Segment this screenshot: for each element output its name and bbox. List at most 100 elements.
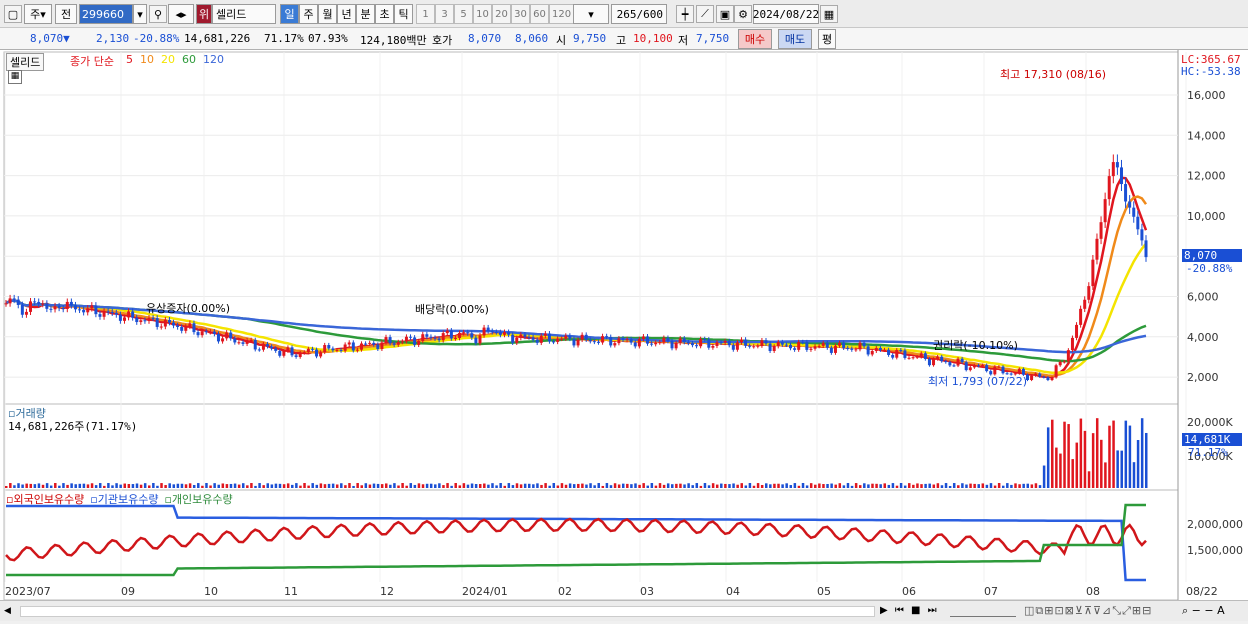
candle-body <box>143 320 147 322</box>
interval-tab-5[interactable]: 5 <box>454 4 473 24</box>
ma-period-120[interactable]: 120 <box>203 53 224 66</box>
volume-bar <box>86 484 90 488</box>
stock-code-input[interactable]: 299660 <box>79 4 133 24</box>
volume-bar <box>405 485 408 488</box>
volume-bar <box>1083 430 1087 488</box>
search-icon[interactable]: ⚲ <box>149 5 167 23</box>
count-field[interactable]: 265/600 <box>611 4 667 24</box>
candle-body <box>335 349 339 351</box>
period-tab-4[interactable]: 분 <box>356 4 375 24</box>
holder-legend-0[interactable]: ▫외국인보유수량 <box>6 491 84 507</box>
volume-bar <box>438 483 441 488</box>
volume-bar <box>37 483 41 488</box>
candle-type-icon[interactable]: ┿ <box>676 5 694 23</box>
candle-body <box>911 357 915 359</box>
chart-tool-icons[interactable]: ◫⧉⊞⊡⊠⊻⊼⊽⊿⤡⤢⊞⊟ <box>1024 604 1152 618</box>
interval-tab-60[interactable]: 60 <box>530 4 549 24</box>
zoom-icons[interactable]: ⌕ − − A <box>1182 604 1225 618</box>
ex-rights-annotation: 권리락(-10.10%) <box>933 339 1018 352</box>
ma-period-20[interactable]: 20 <box>161 53 175 66</box>
stock-name-field[interactable]: 셀리드 <box>212 4 276 24</box>
time-tick-label: 2023/07 <box>5 585 51 598</box>
candle-body <box>221 338 225 342</box>
calendar-icon[interactable]: ▦ <box>820 5 838 23</box>
volume-bar <box>282 484 286 488</box>
interval-tab-3[interactable]: 3 <box>435 4 454 24</box>
volume-bar <box>760 484 764 488</box>
candle-body <box>809 348 813 350</box>
buy-button[interactable]: 매수 <box>738 29 772 49</box>
interval-tab-120[interactable]: 120 <box>549 4 575 24</box>
custom-interval-dropdown[interactable]: ▾ <box>573 4 609 24</box>
horizontal-scrollbar[interactable] <box>20 606 875 617</box>
volume-bar <box>1042 465 1046 488</box>
volume-bar <box>54 483 57 488</box>
price-tick-label: 16,000 <box>1187 89 1226 102</box>
candle-body <box>49 308 53 310</box>
candle-body <box>768 343 772 352</box>
candle-body <box>12 298 16 300</box>
volume-bar <box>756 483 760 488</box>
volume-bar <box>858 485 862 488</box>
ma-period-legend: 5 10 20 60 120 <box>126 53 224 66</box>
ma-period-10[interactable]: 10 <box>140 53 154 66</box>
candle-body <box>372 342 376 345</box>
table-toggle-icon[interactable]: ▦ <box>8 70 22 84</box>
volume-bar <box>499 483 502 488</box>
volume-bar <box>327 483 331 488</box>
code-dropdown-icon[interactable]: ▾ <box>133 4 147 24</box>
chart-canvas[interactable]: 16,00014,00012,00010,0008,0006,0004,0002… <box>0 50 1248 621</box>
volume-bar <box>1022 483 1025 488</box>
time-tick-label: 08/22 <box>1186 585 1218 598</box>
candle-body <box>462 332 466 334</box>
sell-button[interactable]: 매도 <box>778 29 812 49</box>
scroll-left-icon[interactable]: ◀ <box>4 606 11 616</box>
drawing-tool-icon[interactable]: ⟋ <box>696 5 714 23</box>
volume-bar <box>331 483 335 488</box>
period-tab-5[interactable]: 초 <box>375 4 394 24</box>
stock-name-tag[interactable]: 셀리드 <box>6 53 45 71</box>
sound-icon[interactable]: ◂▸ <box>168 4 194 24</box>
save-icon[interactable]: ▣ <box>716 5 734 23</box>
period-tab-3[interactable]: 년 <box>337 4 356 24</box>
volume-bar <box>1136 440 1140 488</box>
candle-body <box>846 347 850 349</box>
holder-legend-2[interactable]: ▫개인보유수량 <box>164 491 232 507</box>
price-change: 2,130 <box>96 32 130 45</box>
ma-period-60[interactable]: 60 <box>182 53 196 66</box>
volume-bar <box>152 483 155 488</box>
candle-body <box>351 342 355 351</box>
zoom-slider[interactable] <box>950 605 1016 617</box>
candle-body <box>1042 376 1046 378</box>
window-icon[interactable]: ▢ <box>4 5 22 23</box>
interval-tab-20[interactable]: 20 <box>492 4 511 24</box>
volume-bar <box>442 485 445 488</box>
interval-tab-1[interactable]: 1 <box>416 4 435 24</box>
period-tab-1[interactable]: 주 <box>299 4 318 24</box>
candle-body <box>1111 162 1115 177</box>
volume-bar <box>1034 483 1038 488</box>
candle-body <box>65 301 69 310</box>
candle-body <box>817 345 821 347</box>
candle-body <box>690 343 694 346</box>
holder-legend-1[interactable]: ▫기관보유수량 <box>90 491 158 507</box>
playback-controls[interactable]: ▶ ⏮ ■ ⏭ <box>880 605 939 616</box>
volume-bar <box>188 483 192 488</box>
volume-bar <box>1100 439 1103 488</box>
candle-body <box>866 346 870 355</box>
interval-tab-10[interactable]: 10 <box>473 4 492 24</box>
date-field[interactable]: 2024/08/22 <box>753 4 819 24</box>
volume-bar <box>119 484 122 488</box>
period-tab-2[interactable]: 월 <box>318 4 337 24</box>
market-select[interactable]: 주 ▾ <box>24 4 52 24</box>
period-tab-0[interactable]: 일 <box>280 4 299 24</box>
prev-stock-button[interactable]: 전 <box>55 4 77 24</box>
candle-body <box>1066 350 1070 362</box>
period-tab-6[interactable]: 틱 <box>394 4 413 24</box>
interval-tab-30[interactable]: 30 <box>511 4 530 24</box>
settings-gear-icon[interactable]: ⚙ <box>734 5 752 23</box>
eval-button[interactable]: 평 <box>818 29 836 49</box>
ma-period-5[interactable]: 5 <box>126 53 133 66</box>
chart-area[interactable]: 16,00014,00012,00010,0008,0006,0004,0002… <box>0 50 1248 621</box>
candle-body <box>290 347 294 356</box>
